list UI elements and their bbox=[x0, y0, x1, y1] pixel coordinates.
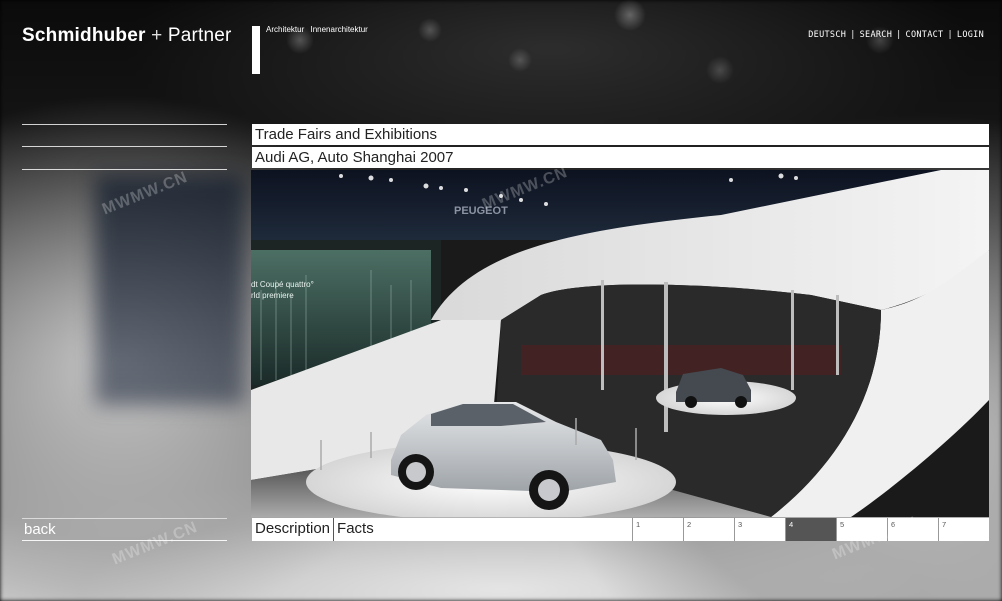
info-tabs: Description Facts bbox=[252, 518, 632, 541]
page-2[interactable]: 2 bbox=[683, 518, 734, 541]
logo-partner: Partner bbox=[167, 25, 232, 46]
exhibition-stand-illustration: PEUGEOT dt Coupé quattro° rld premiere bbox=[251, 170, 989, 517]
page-1[interactable]: 1 bbox=[632, 518, 683, 541]
nav-separator: | bbox=[896, 30, 902, 40]
tab-facts[interactable]: Facts bbox=[333, 518, 377, 541]
sidebar-line bbox=[22, 146, 227, 147]
page-7[interactable]: 7 bbox=[938, 518, 989, 541]
nav-deutsch[interactable]: DEUTSCH bbox=[808, 30, 846, 40]
screen-text-1: dt Coupé quattro° bbox=[251, 280, 314, 289]
link-innenarchitektur[interactable]: Innenarchitektur bbox=[310, 25, 367, 34]
screen-text-2: rld premiere bbox=[251, 291, 294, 300]
nav-contact[interactable]: CONTACT bbox=[906, 30, 944, 40]
image-pager: 1 2 3 4 5 6 7 bbox=[632, 518, 989, 541]
page-3[interactable]: 3 bbox=[734, 518, 785, 541]
link-architektur[interactable]: Architektur bbox=[266, 25, 304, 34]
page-4-active[interactable]: 4 bbox=[785, 518, 836, 541]
project-title: Audi AG, Auto Shanghai 2007 bbox=[252, 147, 989, 168]
header-vertical-bar bbox=[252, 26, 260, 74]
background-lights bbox=[0, 0, 1002, 110]
nav-login[interactable]: LOGIN bbox=[957, 30, 984, 40]
sidebar-line bbox=[22, 169, 227, 170]
logo-name: Schmidhuber bbox=[22, 25, 146, 46]
nav-separator: | bbox=[850, 30, 856, 40]
logo-plus: + bbox=[151, 25, 163, 46]
tab-description[interactable]: Description bbox=[252, 518, 333, 541]
nav-separator: | bbox=[947, 30, 953, 40]
project-photo: PEUGEOT dt Coupé quattro° rld premiere bbox=[251, 170, 989, 517]
logo[interactable]: Schmidhuber + Partner bbox=[22, 25, 232, 47]
category-title: Trade Fairs and Exhibitions bbox=[252, 124, 989, 145]
section-links: Architektur Innenarchitektur bbox=[266, 25, 372, 34]
top-nav: DEUTSCH | SEARCH | CONTACT | LOGIN bbox=[808, 30, 984, 40]
nav-search[interactable]: SEARCH bbox=[860, 30, 893, 40]
sidebar-line bbox=[22, 124, 227, 125]
